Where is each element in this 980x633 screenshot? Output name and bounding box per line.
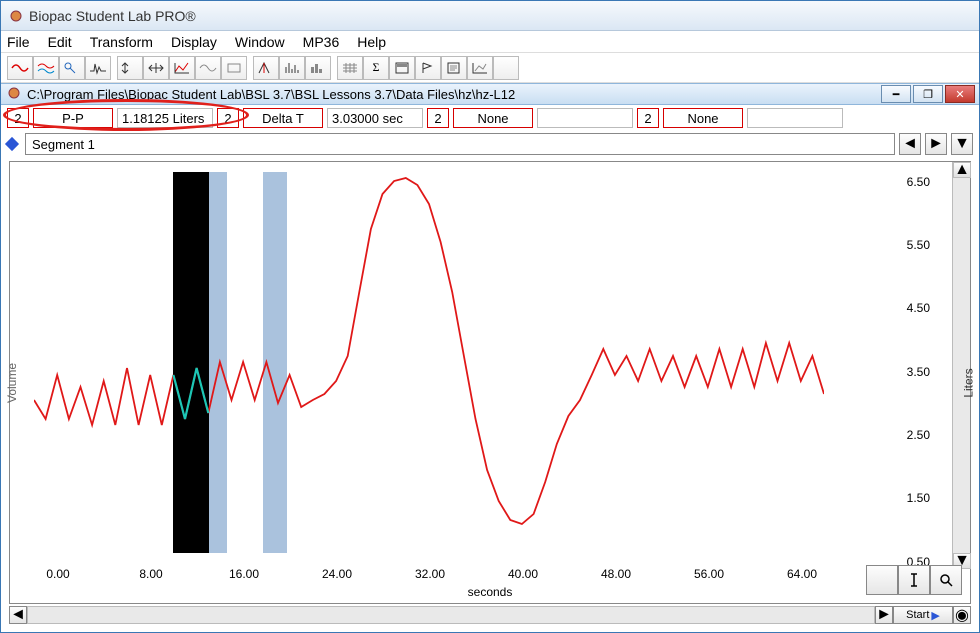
meas1-type[interactable]: P-P [33, 108, 113, 128]
doc-icon [7, 86, 21, 103]
doc-close-button[interactable]: ✕ [945, 85, 975, 103]
menu-file[interactable]: File [7, 34, 30, 50]
meas3-type[interactable]: None [453, 108, 533, 128]
menu-transform[interactable]: Transform [90, 34, 153, 50]
toolbar-wave2-icon[interactable] [33, 56, 59, 80]
window-titlebar: Biopac Student Lab PRO® [1, 1, 979, 31]
meas2-value: 3.03000 sec [327, 108, 423, 128]
menu-window[interactable]: Window [235, 34, 285, 50]
toolbar-sigma-icon[interactable]: Σ [363, 56, 389, 80]
segment-dropdown-button[interactable]: ▼ [951, 133, 973, 155]
toolbar-chart-icon[interactable] [467, 56, 493, 80]
y-axis-label-right: Liters [961, 368, 975, 397]
play-icon: ▶ [931, 609, 939, 622]
toolbar-rewind-icon[interactable] [493, 56, 519, 80]
doc-minimize-button[interactable]: ━ [881, 85, 911, 103]
meas2-type[interactable]: Delta T [243, 108, 323, 128]
document-path: C:\Program Files\Biopac Student Lab\BSL … [27, 87, 515, 102]
meas3-channel[interactable]: 2 [427, 108, 449, 128]
toolbar-peak-icon[interactable] [253, 56, 279, 80]
meas4-channel[interactable]: 2 [637, 108, 659, 128]
meas4-value [747, 108, 843, 128]
window-title: Biopac Student Lab PRO® [29, 8, 196, 24]
toolbar: Σ [1, 53, 979, 83]
hscroll-left-button[interactable]: ◄ [9, 606, 27, 624]
toolbar-autoscale-v-icon[interactable] [117, 56, 143, 80]
ytick: 4.50 [907, 301, 930, 315]
meas3-value [537, 108, 633, 128]
meas2-channel[interactable]: 2 [217, 108, 239, 128]
toolbar-zoomfit-icon[interactable] [169, 56, 195, 80]
menubar: File Edit Transform Display Window MP36 … [1, 31, 979, 53]
measurement-bar: 2 P-P 1.18125 Liters 2 Delta T 3.03000 s… [1, 105, 979, 131]
ytick: 6.50 [907, 175, 930, 189]
ytick: 1.50 [907, 491, 930, 505]
waveform [34, 172, 824, 552]
meas4-type[interactable]: None [663, 108, 743, 128]
segment-prev-button[interactable]: ◄ [899, 133, 921, 155]
menu-display[interactable]: Display [171, 34, 217, 50]
vertical-scrollbar[interactable]: ▲ ▼ [952, 162, 970, 569]
xtick: 48.00 [601, 567, 631, 581]
segment-next-button[interactable]: ► [925, 133, 947, 155]
cursor-tool-palette [862, 565, 962, 595]
toolbar-grid-icon[interactable] [337, 56, 363, 80]
scroll-up-icon[interactable]: ▲ [953, 162, 971, 178]
document-pathbar: C:\Program Files\Biopac Student Lab\BSL … [1, 83, 979, 105]
xtick: 40.00 [508, 567, 538, 581]
toolbar-calc-icon[interactable] [389, 56, 415, 80]
doc-maximize-button[interactable]: ❐ [913, 85, 943, 103]
xtick: 0.00 [46, 567, 69, 581]
segment-name-field[interactable]: Segment 1 [25, 133, 895, 155]
toolbar-pulse-icon[interactable] [85, 56, 111, 80]
marker-diamond-icon[interactable] [5, 137, 19, 151]
xtick: 32.00 [415, 567, 445, 581]
segment-bar: Segment 1 ◄ ► ▼ [1, 131, 979, 157]
toolbar-flag-icon[interactable] [415, 56, 441, 80]
menu-edit[interactable]: Edit [48, 34, 72, 50]
toolbar-wave1-icon[interactable] [7, 56, 33, 80]
menu-help[interactable]: Help [357, 34, 386, 50]
zoom-tool-button[interactable] [930, 565, 962, 595]
toolbar-autoscale-h-icon[interactable] [143, 56, 169, 80]
meas1-value: 1.18125 Liters [117, 108, 213, 128]
toolbar-journal-icon[interactable] [441, 56, 467, 80]
start-button[interactable]: Start ▶ [893, 606, 953, 624]
ytick: 5.50 [907, 238, 930, 252]
menu-mp36[interactable]: MP36 [303, 34, 340, 50]
meas1-channel[interactable]: 2 [7, 108, 29, 128]
y-axis-label-left: Volume [5, 362, 19, 402]
xtick: 24.00 [322, 567, 352, 581]
ytick: 2.50 [907, 428, 930, 442]
ibeam-tool-button[interactable] [898, 565, 930, 595]
arrow-tool-button[interactable] [866, 565, 898, 595]
hscroll-right-button[interactable]: ► [875, 606, 893, 624]
bottom-bar: ◄ ► Start ▶ ◉ [9, 606, 971, 624]
toolbar-fft-icon[interactable] [279, 56, 305, 80]
plot-area[interactable]: ▲ ▼ Volume Liters 6.50 5.50 4.50 3.50 2.… [9, 161, 971, 604]
toolbar-sine-icon[interactable] [195, 56, 221, 80]
record-indicator-icon[interactable]: ◉ [953, 606, 971, 624]
toolbar-box-icon[interactable] [221, 56, 247, 80]
toolbar-scope-icon[interactable] [59, 56, 85, 80]
app-logo-icon [9, 9, 23, 23]
xtick: 64.00 [787, 567, 817, 581]
ytick: 3.50 [907, 365, 930, 379]
toolbar-hist-icon[interactable] [305, 56, 331, 80]
xtick: 56.00 [694, 567, 724, 581]
xtick: 16.00 [229, 567, 259, 581]
xtick: 8.00 [139, 567, 162, 581]
horizontal-scrollbar[interactable] [27, 606, 875, 624]
start-label: Start [906, 609, 929, 621]
x-axis-label: seconds [468, 585, 513, 599]
